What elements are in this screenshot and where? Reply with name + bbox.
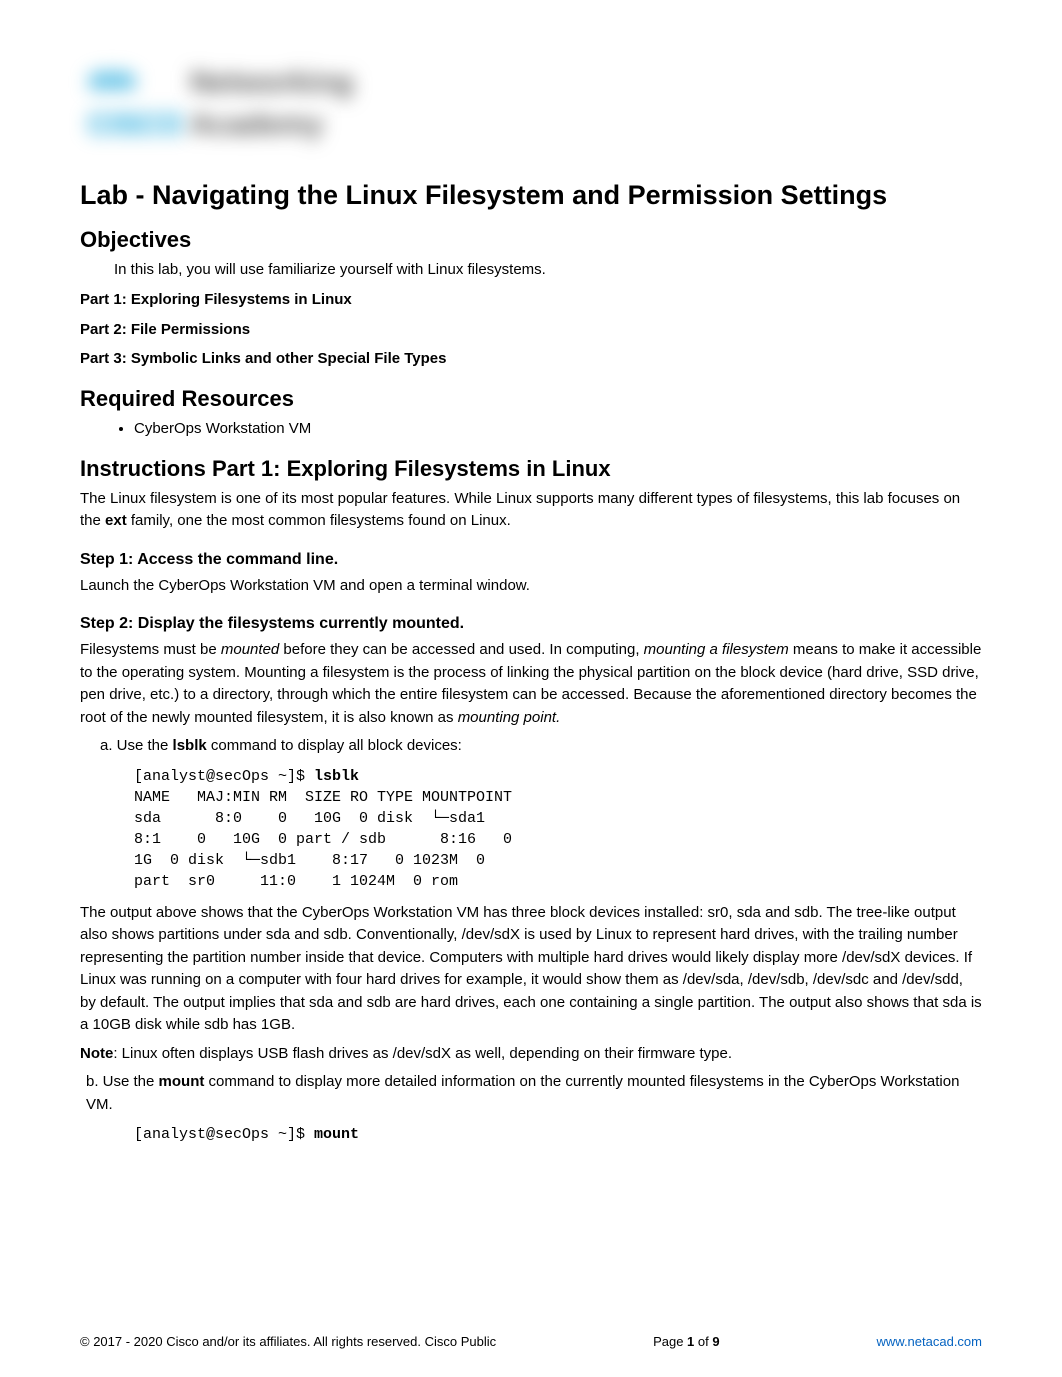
page-footer: © 2017 - 2020 Cisco and/or its affiliate… [80, 1334, 982, 1349]
objectives-heading: Objectives [80, 227, 982, 253]
note-label: Note [80, 1045, 113, 1062]
logo-cisco: CISCO [88, 108, 183, 142]
note-body: : Linux often displays USB flash drives … [113, 1045, 732, 1062]
prompt: [analyst@secOps ~]$ [134, 1126, 314, 1143]
text: command to display all block devices: [207, 737, 462, 754]
text: command to display more detailed informa… [86, 1073, 959, 1113]
text: b. Use the [86, 1073, 159, 1090]
mounting-fs-italic: mounting a filesystem [644, 641, 789, 658]
cisco-bars-icon: ıılıılıı [88, 64, 134, 96]
objectives-part-1: Part 1: Exploring Filesystems in Linux [80, 289, 982, 311]
footer-link[interactable]: www.netacad.com [877, 1334, 983, 1349]
instructions-heading: Instructions Part 1: Exploring Filesyste… [80, 456, 982, 482]
code-block-lsblk: [analyst@secOps ~]$ lsblk NAME MAJ:MIN R… [134, 766, 982, 892]
mount-bold: mount [159, 1073, 205, 1090]
text: family, one the most common filesystems … [127, 512, 511, 529]
step1-body: Launch the CyberOps Workstation VM and o… [80, 575, 982, 598]
logo-academy: Academy [190, 108, 323, 142]
text: before they can be accessed and used. In… [279, 641, 643, 658]
instructions-intro: The Linux filesystem is one of its most … [80, 488, 982, 533]
objectives-intro: In this lab, you will use familiarize yo… [114, 259, 982, 281]
objectives-part-3: Part 3: Symbolic Links and other Special… [80, 348, 982, 370]
logo-blurred: ıılıılıı Networking CISCO Academy [80, 60, 380, 160]
step2-a: a. Use the lsblk command to display all … [100, 735, 982, 758]
list-item: CyberOps Workstation VM [134, 418, 982, 440]
mounted-italic: mounted [221, 641, 279, 658]
resources-heading: Required Resources [80, 386, 982, 412]
resources-list: CyberOps Workstation VM [134, 418, 982, 440]
logo-networking: Networking [190, 66, 353, 100]
text: Page [653, 1334, 687, 1349]
page-total: 9 [712, 1334, 719, 1349]
prompt: [analyst@secOps ~]$ [134, 768, 314, 785]
step2-intro: Filesystems must be mounted before they … [80, 639, 982, 729]
footer-page: Page 1 of 9 [653, 1334, 720, 1349]
code-output: NAME MAJ:MIN RM SIZE RO TYPE MOUNTPOINT … [134, 789, 548, 890]
step2-a-explain: The output above shows that the CyberOps… [80, 902, 982, 1037]
ext-bold: ext [105, 512, 127, 529]
code-block-mount: [analyst@secOps ~]$ mount [134, 1124, 982, 1145]
step1-heading: Step 1: Access the command line. [80, 551, 982, 569]
mounting-point-italic: mounting point. [458, 709, 561, 726]
text: of [694, 1334, 712, 1349]
footer-copyright: © 2017 - 2020 Cisco and/or its affiliate… [80, 1334, 496, 1349]
text: Filesystems must be [80, 641, 221, 658]
step2-heading: Step 2: Display the filesystems currentl… [80, 615, 982, 633]
objectives-part-2: Part 2: File Permissions [80, 319, 982, 341]
page-title: Lab - Navigating the Linux Filesystem an… [80, 180, 982, 211]
step2-note: Note: Linux often displays USB flash dri… [80, 1043, 982, 1066]
command-lsblk: lsblk [314, 768, 359, 785]
step2-b: b. Use the mount command to display more… [86, 1071, 982, 1116]
text: a. Use the [100, 737, 173, 754]
command-mount: mount [314, 1126, 359, 1143]
lsblk-bold: lsblk [173, 737, 207, 754]
